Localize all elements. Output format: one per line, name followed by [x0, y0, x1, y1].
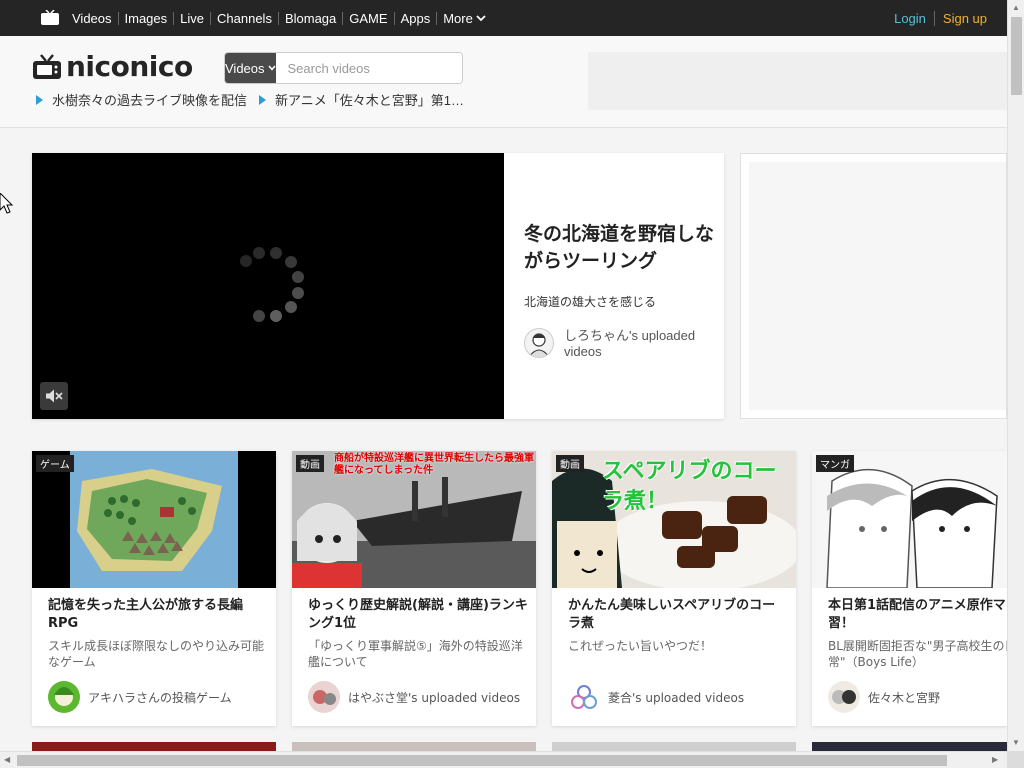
featured-video: 冬の北海道を野宿しながらツーリング 北海道の雄大さを感じる しろちゃん's up… — [32, 153, 724, 419]
featured-owner[interactable]: しろちゃん's uploaded videos — [524, 328, 714, 360]
card-thumbnail[interactable]: ゲーム — [32, 451, 276, 588]
user-avatar-icon — [828, 681, 860, 713]
category-badge: 動画 — [556, 455, 584, 472]
headline-link[interactable]: 水樹奈々の過去ライブ映像を配信 — [36, 90, 247, 109]
card-title[interactable]: ゆっくり歴史解説(解説・講座)ランキング1位 — [308, 597, 528, 633]
logo-text: niconico — [66, 50, 193, 83]
content-card[interactable]: 動画 スペアリブのコーラ煮！ かんたん美味しいスペアリブのコーラ煮 これぜったい… — [552, 451, 796, 726]
user-avatar-icon — [308, 681, 340, 713]
scrollbar-thumb[interactable] — [1011, 17, 1022, 95]
headline-links: 水樹奈々の過去ライブ映像を配信 新アニメ「佐々木と宮野」第1… — [36, 90, 476, 109]
nav-item-game[interactable]: GAME — [342, 11, 393, 25]
service-nav: Videos Images Live Channels Blomaga GAME… — [66, 0, 492, 36]
mouse-cursor-icon — [0, 193, 14, 214]
scrollbar-thumb[interactable] — [17, 755, 947, 766]
scroll-up-icon[interactable]: ▲ — [1012, 3, 1020, 12]
nav-item-live[interactable]: Live — [173, 11, 210, 25]
owner-name: しろちゃん's uploaded videos — [564, 328, 696, 359]
site-logo[interactable]: niconico — [32, 50, 193, 83]
card-owner[interactable]: 菱合's uploaded videos — [568, 681, 744, 713]
featured-subtitle: 北海道の雄大さを感じる — [524, 295, 657, 309]
niconico-logo-tv-icon — [33, 53, 61, 79]
chevron-down-icon — [476, 15, 486, 22]
category-badge: マンガ — [816, 455, 854, 472]
card-title[interactable]: 本日第1話配信のアニメ原作マンガ 習！ — [828, 597, 1007, 633]
arrow-right-icon — [259, 94, 267, 105]
site-header: niconico Videos 水樹奈々の過去ライブ映像を配信 新アニメ「佐々木… — [0, 36, 1007, 128]
card-thumbnail[interactable]: 動画 商船が特設巡洋艦に異世界転生したら最強軍艦になってしまった件 — [292, 451, 536, 588]
owner-name: アキハラさんの投稿ゲーム — [88, 690, 232, 705]
content-card[interactable]: マンガ 本日第1話配信のアニメ原作マンガ 習！ BL展開断固拒否な"男子高校生の… — [812, 451, 1007, 726]
card-owner[interactable]: はやぶさ堂's uploaded videos — [308, 681, 520, 713]
search-box: Videos — [224, 52, 463, 84]
card-thumbnail[interactable]: 動画 スペアリブのコーラ煮！ — [552, 451, 796, 588]
global-nav-bar: Videos Images Live Channels Blomaga GAME… — [0, 0, 1007, 36]
owner-name: 菱合's uploaded videos — [608, 690, 745, 705]
horizontal-scrollbar[interactable]: ◀ ▶ — [0, 751, 1007, 768]
auth-links: Login Sign up — [886, 0, 987, 36]
card-title[interactable]: かんたん美味しいスペアリブのコーラ煮 — [568, 597, 788, 633]
chevron-down-icon — [267, 65, 276, 71]
vertical-scrollbar[interactable]: ▲ ▼ — [1007, 0, 1024, 768]
mute-button[interactable] — [40, 382, 68, 410]
scrollbar-corner — [1007, 751, 1024, 768]
content-card[interactable]: 動画 商船が特設巡洋艦に異世界転生したら最強軍艦になってしまった件 ゆっくり歴史… — [292, 451, 536, 726]
category-badge: 動画 — [296, 455, 324, 472]
card-title[interactable]: 記憶を失った主人公が旅する長編RPG — [48, 597, 268, 633]
category-badge: ゲーム — [36, 455, 74, 472]
search-category-dropdown[interactable]: Videos — [225, 53, 276, 83]
search-category-label: Videos — [225, 60, 265, 76]
featured-title[interactable]: 冬の北海道を野宿しながらツーリング — [524, 221, 714, 275]
thumbnail-caption: 商船が特設巡洋艦に異世界転生したら最強軍艦になってしまった件 — [334, 453, 534, 476]
muted-speaker-icon — [46, 389, 63, 403]
card-description: BL展開断固拒否な"男子高校生の日常"（Boys Life） — [828, 639, 1007, 669]
user-avatar-icon — [528, 333, 550, 357]
owner-name: はやぶさ堂's uploaded videos — [348, 690, 521, 705]
niconico-tv-icon[interactable] — [41, 10, 59, 25]
nav-item-images[interactable]: Images — [117, 11, 174, 25]
avatar — [524, 328, 554, 358]
card-description: スキル成長ほぼ際限なしのやり込み可能なゲーム — [48, 639, 265, 669]
card-thumbnail[interactable]: マンガ — [812, 451, 1007, 588]
featured-info: 冬の北海道を野宿しながらツーリング 北海道の雄大さを感じる しろちゃん's up… — [524, 221, 714, 360]
content-card[interactable]: ゲーム 記憶を失った主人公が旅する長編RPG スキル成長ほぼ際限なしのやり込み可… — [32, 451, 276, 726]
nav-item-apps[interactable]: Apps — [393, 11, 437, 25]
avatar — [568, 681, 600, 713]
nav-more-label: More — [443, 10, 473, 26]
headline-text: 水樹奈々の過去ライブ映像を配信 — [52, 93, 248, 108]
scroll-down-icon[interactable]: ▼ — [1012, 738, 1020, 747]
nav-item-channels[interactable]: Channels — [210, 11, 278, 25]
headline-link[interactable]: 新アニメ「佐々木と宮野」第1… — [259, 90, 464, 109]
nav-more-button[interactable]: More — [436, 10, 492, 26]
scroll-right-icon[interactable]: ▶ — [992, 755, 998, 764]
signup-link[interactable]: Sign up — [933, 10, 987, 26]
side-ad-panel[interactable] — [740, 153, 1007, 419]
header-ad-banner[interactable] — [588, 52, 1007, 110]
user-avatar-icon — [48, 681, 80, 713]
login-link[interactable]: Login — [886, 11, 934, 26]
video-player[interactable] — [32, 153, 504, 419]
owner-name: 佐々木と宮野 — [868, 690, 941, 705]
headline-text: 新アニメ「佐々木と宮野」第1… — [275, 93, 464, 108]
user-avatar-icon — [568, 681, 600, 713]
thumbnail-caption: スペアリブのコーラ煮！ — [602, 459, 777, 514]
card-description: 「ゆっくり軍事解説⑤」海外の特設巡洋艦について — [308, 639, 523, 669]
avatar — [308, 681, 340, 713]
search-input[interactable] — [275, 53, 462, 83]
nav-item-videos[interactable]: Videos — [66, 12, 118, 25]
card-owner[interactable]: アキハラさんの投稿ゲーム — [48, 681, 232, 713]
ad-placeholder — [749, 162, 1006, 410]
card-description: これぜったい旨いやつだ！ — [568, 639, 713, 653]
avatar — [48, 681, 80, 713]
avatar — [828, 681, 860, 713]
arrow-right-icon — [36, 94, 43, 105]
card-owner[interactable]: 佐々木と宮野 — [828, 681, 940, 713]
scroll-left-icon[interactable]: ◀ — [4, 755, 10, 764]
loading-spinner-icon — [240, 247, 304, 322]
nav-item-blomaga[interactable]: Blomaga — [277, 11, 342, 25]
